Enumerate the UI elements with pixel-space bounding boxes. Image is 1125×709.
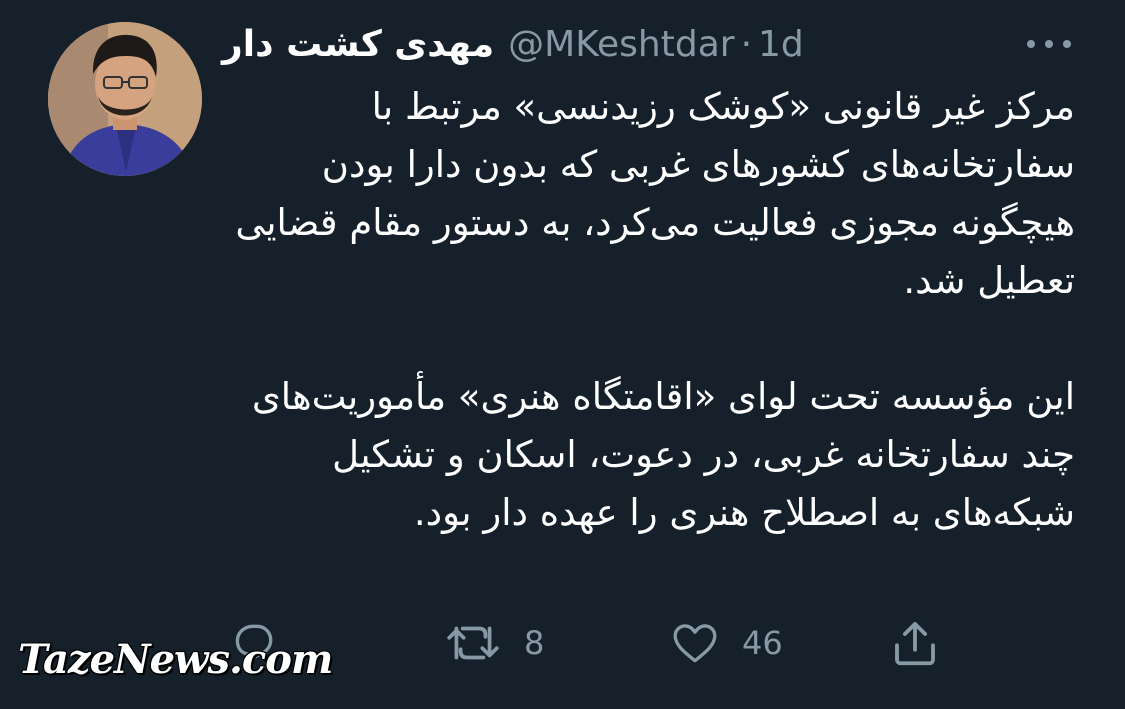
tweet-header: مهدی کشت دار @MKeshtdar · 1d [222,20,872,68]
share-button[interactable] [888,616,942,670]
separator-dot: · [740,23,753,65]
author-handle[interactable]: @MKeshtdar [508,24,734,65]
tweet-paragraph: مرکز غیر قانونی «کوشک رزیدنسی» مرتبط با … [235,85,1075,302]
author-avatar[interactable] [48,22,202,176]
share-icon [895,621,935,666]
more-dot [1045,40,1053,48]
tweet-timestamp[interactable]: 1d [758,24,804,65]
retweet-count: 8 [524,624,545,662]
like-button[interactable]: 46 [670,616,783,670]
tweet-paragraph: این مؤسسه تحت لوای «اقامتگاه هنری» مأمور… [251,375,1075,534]
more-dot [1027,40,1035,48]
heart-icon [673,624,717,663]
tweet-text: مرکز غیر قانونی «کوشک رزیدنسی» مرتبط با … [200,78,1075,542]
watermark-text: TazeNews.com [18,636,333,683]
avatar-image [48,22,202,176]
like-count: 46 [742,624,783,662]
author-display-name[interactable]: مهدی کشت دار [222,24,494,65]
retweet-icon [447,626,499,660]
retweet-button[interactable]: 8 [444,616,544,670]
more-dot [1063,40,1071,48]
more-icon[interactable] [1027,30,1071,58]
